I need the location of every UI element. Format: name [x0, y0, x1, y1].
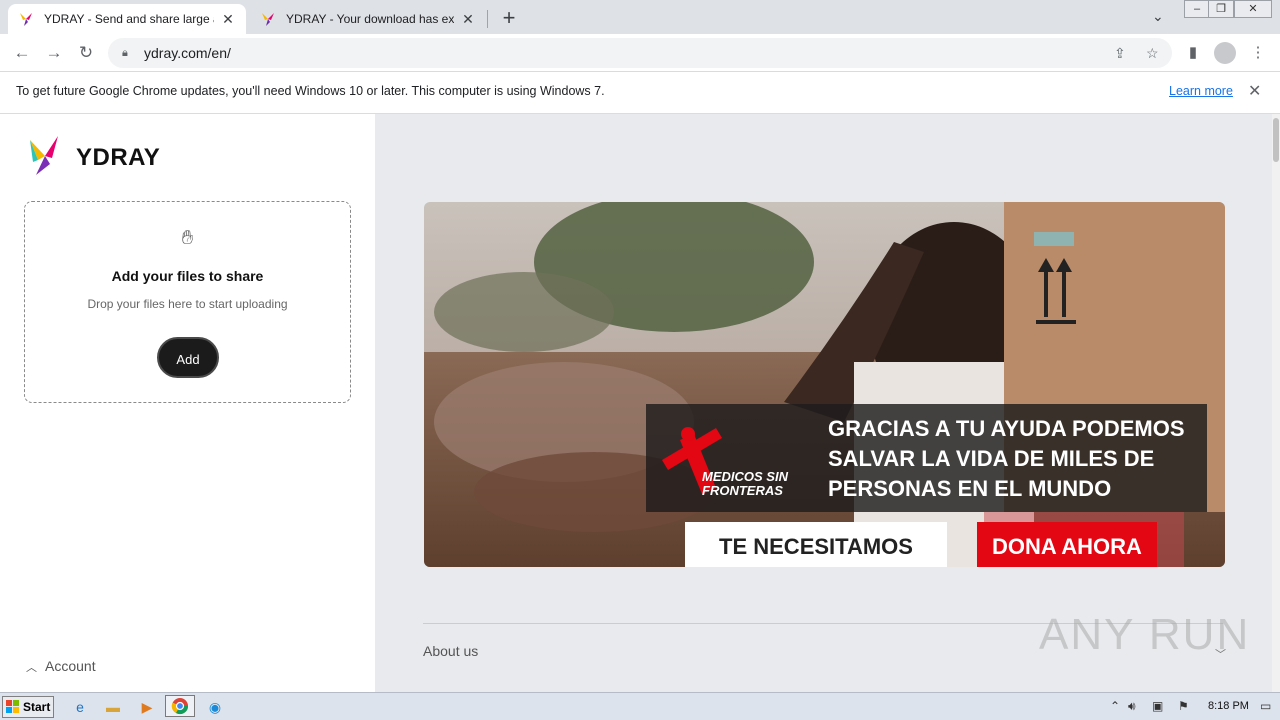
- chrome-taskbar-icon[interactable]: [165, 695, 195, 717]
- file-explorer-icon[interactable]: ▬: [103, 697, 123, 717]
- tab-ydray-expired[interactable]: YDRAY - Your download has expired ✕: [250, 4, 486, 34]
- ad-panel: MEDICOS SIN FRONTERAS GRACIAS A TU AYUDA…: [375, 114, 1272, 692]
- tab-search-chevron-icon[interactable]: ⌄: [1152, 8, 1164, 25]
- dropzone-title: Add your files to share: [111, 268, 264, 284]
- msf-org-name: MEDICOS SIN FRONTERAS: [702, 469, 788, 498]
- brand-name: YDRAY: [76, 144, 161, 171]
- chevron-up-icon: ︿: [26, 662, 37, 674]
- tab-title: YDRAY - Send and share large and b: [44, 12, 214, 26]
- banner-photo: [424, 202, 1225, 567]
- bookmark-star-icon[interactable]: ☆: [1146, 38, 1159, 68]
- ydray-logo[interactable]: [30, 136, 60, 176]
- url-text[interactable]: ydray.com/en/: [144, 45, 231, 61]
- anyrun-watermark: ANY RUN: [1039, 610, 1251, 659]
- account-toggle[interactable]: ︿ Account: [26, 658, 96, 675]
- tray-expand-icon[interactable]: ⌃: [1110, 699, 1120, 713]
- minimize-icon[interactable]: –: [1184, 0, 1210, 18]
- learn-more-link[interactable]: Learn more: [1169, 84, 1233, 98]
- address-bar[interactable]: 🔒︎ ydray.com/en/ ⇪ ☆: [108, 38, 1172, 68]
- upload-panel: YDRAY ✋︎ Add your files to share Drop yo…: [0, 114, 375, 692]
- edge-icon[interactable]: ◉: [205, 697, 225, 717]
- windows-logo-icon: [6, 700, 19, 713]
- profile-avatar-icon[interactable]: [1214, 42, 1236, 64]
- side-panel-icon[interactable]: ▮: [1181, 41, 1205, 65]
- forward-arrow-icon[interactable]: →: [42, 41, 66, 65]
- dropzone-subtitle: Drop your files here to start uploading: [87, 297, 288, 311]
- new-tab-icon[interactable]: +: [498, 5, 520, 31]
- action-center-flag-icon[interactable]: ⚑: [1178, 699, 1189, 713]
- banner-headline: GRACIAS A TU AYUDA PODEMOS SALVAR LA VID…: [828, 416, 1185, 501]
- tab-separator: [487, 10, 488, 28]
- show-desktop-icon[interactable]: ▭: [1260, 699, 1271, 713]
- menu-kebab-icon[interactable]: ⋮: [1246, 41, 1270, 65]
- start-label: Start: [23, 700, 51, 714]
- window-close-icon[interactable]: ✕: [1234, 0, 1272, 18]
- start-button[interactable]: Start: [2, 696, 54, 718]
- lock-icon[interactable]: 🔒︎: [122, 47, 134, 60]
- hand-icon: ✋︎: [181, 227, 194, 249]
- windows-taskbar: Start e ▬ ▶ ◉ ⌃ 🔊︎ ▣ ⚑ 8:18 PM ▭: [0, 692, 1280, 720]
- internet-explorer-icon[interactable]: e: [70, 697, 90, 717]
- file-dropzone[interactable]: ✋︎ Add your files to share Drop your fil…: [24, 201, 351, 403]
- page-content: YDRAY ✋︎ Add your files to share Drop yo…: [0, 114, 1280, 692]
- close-tab-icon[interactable]: ✕: [220, 11, 236, 28]
- about-us-link[interactable]: About us: [423, 643, 478, 659]
- scrollbar-thumb[interactable]: [1273, 118, 1279, 162]
- add-files-button[interactable]: Add: [157, 337, 219, 378]
- ydray-favicon-icon: [262, 13, 274, 26]
- msf-ad-banner[interactable]: MEDICOS SIN FRONTERAS GRACIAS A TU AYUDA…: [424, 202, 1225, 567]
- infobar-message: To get future Google Chrome updates, you…: [16, 84, 605, 98]
- ydray-favicon-icon: [20, 13, 32, 26]
- tab-title: YDRAY - Your download has expired: [286, 12, 454, 26]
- chrome-icon: [171, 698, 189, 715]
- tab-strip: YDRAY - Send and share large and b ✕ YDR…: [0, 0, 1280, 34]
- browser-toolbar: ← → ↻ 🔒︎ ydray.com/en/ ⇪ ☆ ▮ ⋮: [0, 34, 1280, 72]
- network-icon[interactable]: ▣: [1152, 699, 1163, 713]
- share-icon[interactable]: ⇪: [1114, 38, 1126, 68]
- close-infobar-icon[interactable]: ✕: [1248, 81, 1261, 101]
- reload-icon[interactable]: ↻: [74, 41, 98, 65]
- account-label: Account: [45, 658, 96, 674]
- volume-icon[interactable]: 🔊︎: [1128, 699, 1136, 714]
- dona-ahora-button[interactable]: DONA AHORA: [977, 522, 1157, 567]
- update-infobar: To get future Google Chrome updates, you…: [0, 72, 1280, 114]
- te-necesitamos-button[interactable]: TE NECESITAMOS: [685, 522, 947, 567]
- close-tab-icon[interactable]: ✕: [460, 11, 476, 28]
- tab-ydray-send[interactable]: YDRAY - Send and share large and b ✕: [8, 4, 246, 34]
- media-player-icon[interactable]: ▶: [137, 697, 157, 717]
- back-arrow-icon[interactable]: ←: [10, 41, 34, 65]
- page-scrollbar[interactable]: [1272, 114, 1280, 692]
- system-clock[interactable]: 8:18 PM: [1208, 700, 1249, 712]
- restore-icon[interactable]: ❐: [1208, 0, 1234, 18]
